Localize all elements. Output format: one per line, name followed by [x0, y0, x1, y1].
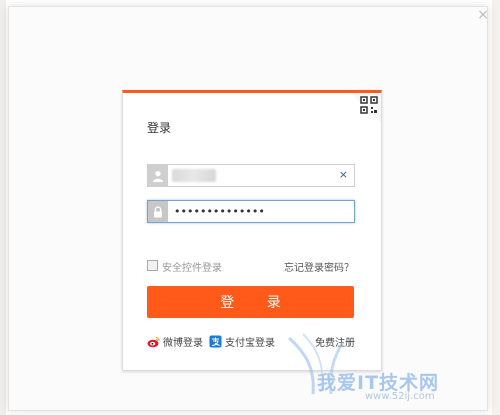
qr-code-icon[interactable]	[360, 96, 378, 114]
weibo-icon	[147, 336, 160, 347]
alipay-icon	[209, 335, 222, 348]
login-button[interactable]: 登 录	[147, 286, 354, 318]
user-icon	[148, 165, 168, 186]
options-row: 安全控件登录 忘记登录密码？	[147, 259, 354, 274]
clear-icon[interactable]: ×	[339, 168, 348, 182]
safe-control-checkbox[interactable]	[147, 260, 158, 271]
forgot-password-link[interactable]: 忘记登录密码？	[284, 259, 354, 274]
safe-control-label[interactable]: 安全控件登录	[162, 259, 222, 274]
weibo-login-label: 微博登录	[163, 338, 203, 349]
alipay-login-link[interactable]: 支付宝登录	[209, 334, 275, 349]
background-edge-right	[492, 0, 500, 415]
weibo-login-link[interactable]: 微博登录	[147, 334, 203, 349]
background-edge-left	[0, 0, 6, 415]
username-input[interactable]	[170, 165, 338, 186]
dialog-title: 登录	[147, 121, 172, 135]
password-field[interactable]	[147, 200, 355, 223]
login-dialog: 登录 × 安全控件登录 忘记登录密码？ 登 录	[122, 90, 382, 371]
username-field[interactable]: ×	[147, 164, 355, 187]
register-link[interactable]: 免费注册	[315, 334, 355, 349]
qr-code-corner[interactable]	[351, 93, 381, 123]
lock-icon	[148, 201, 168, 222]
close-icon[interactable]: ×	[476, 8, 490, 22]
alipay-login-label: 支付宝登录	[225, 338, 275, 349]
password-input[interactable]	[170, 201, 338, 222]
